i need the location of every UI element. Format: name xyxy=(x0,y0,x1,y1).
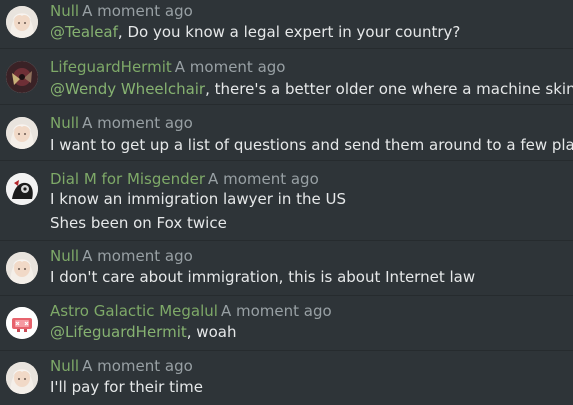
message-body: I don't care about immigration, this is … xyxy=(50,268,476,286)
chat-message: Null A moment ago I want to get up a list… xyxy=(0,104,573,161)
message-header: Dial M for Misgender A moment ago xyxy=(50,169,319,189)
avatar[interactable] xyxy=(6,173,38,205)
chat-message: Null A moment ago @Tealeaf, Do you know a… xyxy=(0,0,573,48)
lifeguardhermit-avatar-icon xyxy=(6,61,38,93)
timestamp: A moment ago xyxy=(82,2,193,20)
avatar[interactable] xyxy=(6,362,38,394)
user-mention[interactable]: @Tealeaf xyxy=(50,23,118,41)
chat-log: Null A moment ago @Tealeaf, Do you know a… xyxy=(0,0,573,405)
chat-message: LifeguardHermit A moment ago @Wendy Wheel… xyxy=(0,48,573,105)
message-header: Null A moment ago xyxy=(50,1,193,21)
message-body: I know an immigration lawyer in the US xyxy=(50,190,347,208)
username[interactable]: Null xyxy=(50,114,79,132)
username[interactable]: Dial M for Misgender xyxy=(50,170,205,188)
message-text: @Wendy Wheelchair, there's a better olde… xyxy=(50,79,573,99)
user-mention[interactable]: @Wendy Wheelchair xyxy=(50,80,205,98)
astro-avatar-icon xyxy=(6,307,38,339)
message-text: I know an immigration lawyer in the US xyxy=(50,189,346,209)
message-text: @LifeguardHermit, woah xyxy=(50,322,236,342)
null-avatar-icon xyxy=(6,117,38,149)
message-header: Null A moment ago xyxy=(50,246,193,266)
timestamp: A moment ago xyxy=(82,114,193,132)
timestamp: A moment ago xyxy=(208,170,319,188)
message-body: I want to get up a list of questions and… xyxy=(50,136,573,154)
null-avatar-icon xyxy=(6,252,38,284)
timestamp: A moment ago xyxy=(220,302,332,320)
message-text: I don't care about immigration, this is … xyxy=(50,267,475,287)
chat-message: Dial M for Misgender A moment ago I know … xyxy=(0,160,573,241)
timestamp: A moment ago xyxy=(82,357,193,375)
message-body: , there's a better older one where a mac… xyxy=(205,80,573,98)
message-header: Null A moment ago xyxy=(50,113,193,133)
username[interactable]: Null xyxy=(50,247,79,265)
avatar[interactable] xyxy=(6,252,38,284)
chat-message: Null A moment ago I'll pay for their time xyxy=(0,350,573,405)
avatar[interactable] xyxy=(6,117,38,149)
timestamp: A moment ago xyxy=(174,58,286,76)
username[interactable]: Null xyxy=(50,357,79,375)
message-text: Shes been on Fox twice xyxy=(50,213,227,233)
message-body: I'll pay for their time xyxy=(50,378,204,396)
message-body: , Do you know a legal expert in your cou… xyxy=(117,23,461,41)
null-avatar-icon xyxy=(6,6,38,38)
message-header: Null A moment ago xyxy=(50,356,193,376)
avatar[interactable] xyxy=(6,307,38,339)
user-mention[interactable]: @LifeguardHermit xyxy=(50,323,187,341)
message-body: , woah xyxy=(186,323,237,341)
dialm-avatar-icon xyxy=(6,173,38,205)
username[interactable]: Null xyxy=(50,2,79,20)
avatar[interactable] xyxy=(6,61,38,93)
chat-message: Null A moment ago I don't care about immi… xyxy=(0,240,573,296)
timestamp: A moment ago xyxy=(82,247,193,265)
avatar[interactable] xyxy=(6,6,38,38)
chat-message: Astro Galactic Megalul A moment ago @Life… xyxy=(0,295,573,351)
message-body: Shes been on Fox twice xyxy=(50,214,227,232)
message-header: LifeguardHermit A moment ago xyxy=(50,57,285,77)
message-header: Astro Galactic Megalul A moment ago xyxy=(50,301,332,321)
message-text: I'll pay for their time xyxy=(50,377,203,397)
message-text: I want to get up a list of questions and… xyxy=(50,135,573,155)
username[interactable]: Astro Galactic Megalul xyxy=(50,302,218,320)
username[interactable]: LifeguardHermit xyxy=(50,58,172,76)
null-avatar-icon xyxy=(6,362,38,394)
message-text: @Tealeaf, Do you know a legal expert in … xyxy=(50,22,460,42)
